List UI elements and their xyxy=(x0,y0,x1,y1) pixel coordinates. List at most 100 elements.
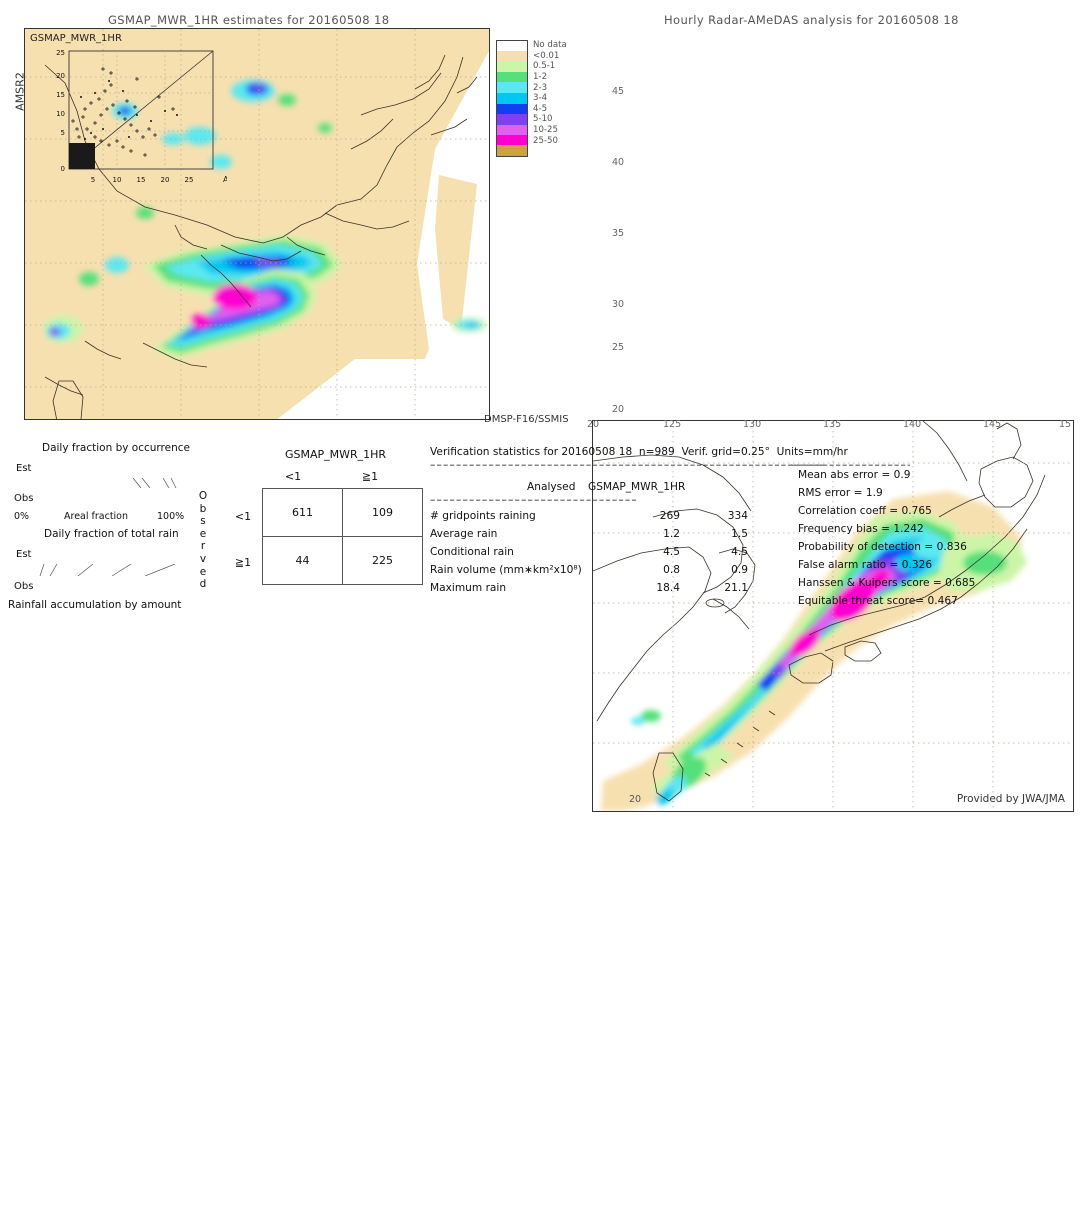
contingency-row-header-1: ≧1 xyxy=(234,556,252,569)
verification-col2-header: GSMAP_MWR_1HR xyxy=(588,481,686,493)
observed-label-char: O xyxy=(198,490,208,502)
colorbar-row: 10-25 xyxy=(496,124,567,136)
verification-score: False alarm ratio = 0.326 xyxy=(798,559,933,571)
contingency-cell[interactable]: 611 xyxy=(262,488,343,537)
radar-map-corner-lat: 20 xyxy=(629,794,642,805)
inset-scatter-plot[interactable]: 25 20 15 10 5 0 5 10 15 20 25 xyxy=(37,45,227,185)
contingency-cell[interactable]: 225 xyxy=(342,536,423,585)
radar-ytick: 35 xyxy=(612,228,625,239)
colorbar-swatch xyxy=(496,103,528,115)
verification-row-analysed: 18.4 xyxy=(656,582,680,594)
verification-score: Hanssen & Kuipers score = 0.685 xyxy=(798,577,976,589)
amount-chart-footer: Rainfall accumulation by amount xyxy=(8,599,182,611)
verification-row-name: Maximum rain xyxy=(430,582,507,594)
radar-xtick: 15 xyxy=(1059,419,1072,430)
left-panel-title: GSMAP_MWR_1HR estimates for 20160508 18 xyxy=(108,13,390,27)
colorbar-swatch xyxy=(496,39,528,52)
contingency-cell[interactable]: 44 xyxy=(262,536,343,585)
gsmap-estimate-map[interactable]: GSMAP_MWR_1HR 25 20 15 10 5 0 5 10 15 20… xyxy=(24,28,490,420)
precipitation-colorbar: No data <0.01 0.5-1 1-2 2-3 3-4 4-5 5-10 10-25 25… xyxy=(496,39,567,158)
occurrence-axis-center: Areal fraction xyxy=(64,511,129,522)
colorbar-swatch xyxy=(496,145,528,158)
svg-text:5: 5 xyxy=(61,129,65,137)
contingency-table[interactable]: 611 109 44 225 xyxy=(262,488,423,585)
verification-stats-table: # gridpoints raining 269 334 Average rain 1.… xyxy=(430,510,780,600)
verification-row-analysed: 4.5 xyxy=(663,546,680,558)
colorbar-row: No data xyxy=(496,39,567,52)
radar-ytick: 25 xyxy=(612,342,625,353)
contingency-cell[interactable]: 109 xyxy=(342,488,423,537)
observed-label-char: e xyxy=(199,527,207,540)
verification-score: RMS error = 1.9 xyxy=(798,487,883,499)
amount-connector-lines xyxy=(39,564,176,576)
verification-row: Maximum rain 18.4 21.1 xyxy=(430,582,780,600)
verification-col1-header: Analysed xyxy=(527,481,576,493)
colorbar-label: 25-50 xyxy=(533,135,558,146)
verification-row: Rain volume (mm∗km²x10⁸) 0.8 0.9 xyxy=(430,564,780,582)
left-panel-corner-label: DMSP-F16/SSMIS xyxy=(484,414,569,425)
colorbar-label: 4-5 xyxy=(533,103,548,114)
colorbar-row: 1-2 xyxy=(496,71,567,83)
verification-score: Equitable threat score= 0.467 xyxy=(798,595,958,607)
colorbar-row: <0.01 xyxy=(496,50,567,62)
radar-xtick: 130 xyxy=(743,419,762,430)
colorbar-swatch xyxy=(496,135,528,146)
contingency-col-header-1: ≧1 xyxy=(361,470,379,483)
svg-text:0: 0 xyxy=(61,165,65,173)
observed-label-char: s xyxy=(200,515,206,528)
radar-xtick: 135 xyxy=(823,419,842,430)
svg-text:25: 25 xyxy=(185,176,194,184)
verification-row-analysed: 269 xyxy=(659,510,680,522)
colorbar-row: 4-5 xyxy=(496,103,567,115)
svg-text:20: 20 xyxy=(161,176,170,184)
verification-score: Probability of detection = 0.836 xyxy=(798,541,967,553)
colorbar-label: 10-25 xyxy=(533,125,558,136)
verification-row-estimate: 0.9 xyxy=(731,564,748,576)
svg-text:25: 25 xyxy=(56,49,65,57)
occurrence-obs-label: Obs xyxy=(14,493,34,504)
colorbar-swatch xyxy=(496,82,528,93)
svg-text:10: 10 xyxy=(56,110,65,118)
occurrence-axis-left: 0% xyxy=(14,511,30,522)
radar-ytick: 40 xyxy=(612,157,625,168)
verification-score: Mean abs error = 0.9 xyxy=(798,469,911,481)
colorbar-label: 0.5-1 xyxy=(533,61,556,72)
colorbar-swatch xyxy=(496,114,528,125)
colorbar-swatch xyxy=(496,50,528,62)
radar-ytick: 45 xyxy=(612,86,625,97)
observed-label-char: d xyxy=(199,578,207,591)
inset-xaxis-label: ANAL xyxy=(223,175,227,184)
colorbar-label: 5-10 xyxy=(533,114,553,125)
occurrence-connector-lines xyxy=(132,478,177,488)
radar-ytick: 30 xyxy=(612,299,625,310)
colorbar-label: No data xyxy=(533,40,567,51)
colorbar-swatch xyxy=(496,61,528,72)
radar-xtick: 140 xyxy=(903,419,922,430)
colorbar-swatch xyxy=(496,124,528,136)
verification-score: Frequency bias = 1.242 xyxy=(798,523,924,535)
observed-label-char: r xyxy=(200,540,206,553)
colorbar-swatch xyxy=(496,71,528,83)
radar-xtick: 145 xyxy=(983,419,1002,430)
colorbar-label: 3-4 xyxy=(533,93,548,104)
colorbar-row: 3-4 xyxy=(496,92,567,104)
radar-ytick: 20 xyxy=(612,404,625,415)
verification-row-analysed: 0.8 xyxy=(663,564,680,576)
colorbar-label: 1-2 xyxy=(533,72,548,83)
table-row: 611 109 xyxy=(262,488,423,537)
radar-xtick: 20 xyxy=(587,419,600,430)
colorbar-row: 0.5-1 xyxy=(496,61,567,72)
radar-xtick: 125 xyxy=(663,419,682,430)
verification-row: # gridpoints raining 269 334 xyxy=(430,510,780,528)
right-panel-title: Hourly Radar-AMeDAS analysis for 2016050… xyxy=(664,13,959,27)
observed-axis-label: Observed xyxy=(196,490,210,591)
colorbar-swatch xyxy=(496,92,528,104)
verification-scores-list: Mean abs error = 0.9 RMS error = 1.9 Corre… xyxy=(798,469,975,613)
verification-score: Correlation coeff = 0.765 xyxy=(798,505,932,517)
colorbar-label: 2-3 xyxy=(533,82,548,93)
verification-row-estimate: 4.5 xyxy=(731,546,748,558)
colorbar-row: 5-10 xyxy=(496,114,567,125)
colorbar-row: 25-50 xyxy=(496,135,567,146)
verification-row-name: Rain volume (mm∗km²x10⁸) xyxy=(430,564,582,576)
verification-row-estimate: 21.1 xyxy=(724,582,748,594)
